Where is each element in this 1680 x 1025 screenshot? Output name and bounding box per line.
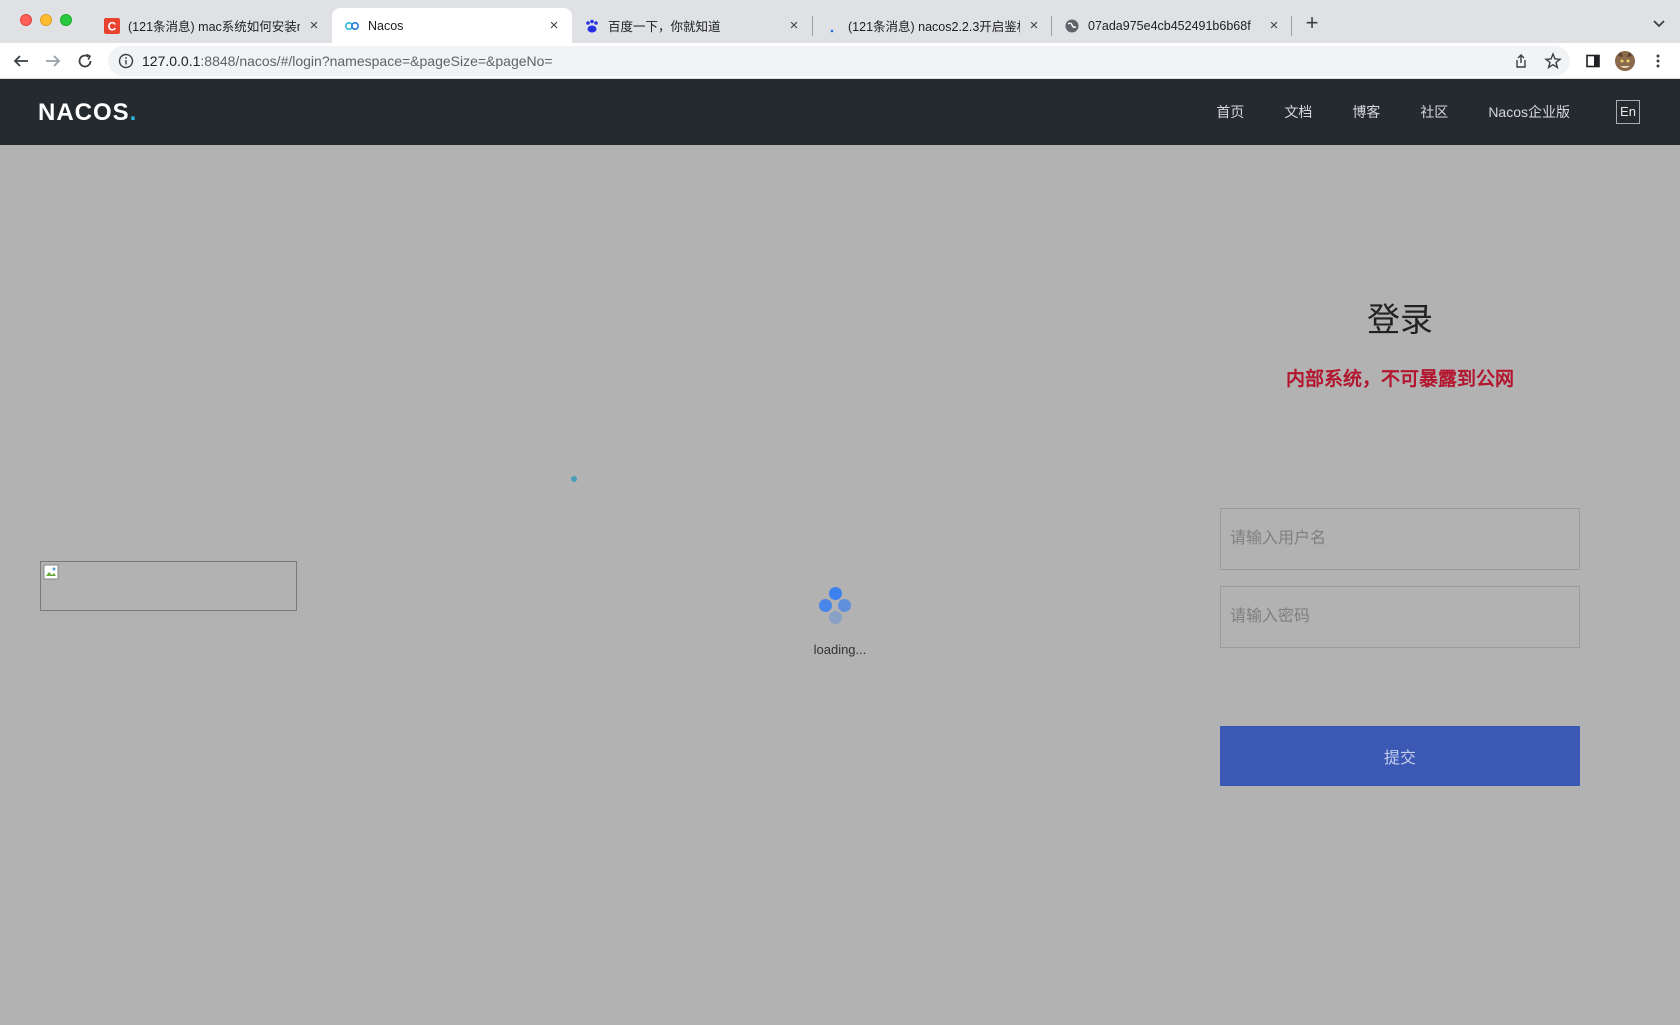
tab-title: (121条消息) mac系统如何安装nacos: [128, 20, 300, 34]
close-icon[interactable]: ×: [546, 17, 562, 34]
page-viewport: NACOS. 首页 文档 博客 社区 Nacos企业版 En loading..…: [0, 79, 1680, 1025]
login-overlay: loading... 登录 内部系统，不可暴露到公网 提交: [0, 145, 1680, 1025]
logo-dot: .: [129, 99, 138, 126]
profile-avatar-icon[interactable]: [1613, 49, 1637, 73]
tab-title: (121条消息) nacos2.2.3开启鉴权: [848, 20, 1020, 34]
reload-icon[interactable]: [73, 49, 97, 73]
spinner-dot: [819, 599, 832, 612]
minimize-window-button[interactable]: [40, 14, 52, 26]
login-title: 登录: [1367, 301, 1433, 338]
site-header: NACOS. 首页 文档 博客 社区 Nacos企业版 En: [0, 79, 1680, 145]
browser-toolbar: 127.0.0.1:8848/nacos/#/login?namespace=&…: [0, 43, 1680, 79]
close-icon[interactable]: ×: [786, 17, 802, 34]
site-info-icon[interactable]: [118, 53, 134, 74]
close-icon[interactable]: ×: [1026, 17, 1042, 34]
browser-tab-csdn-nacos-auth[interactable]: (121条消息) nacos2.2.3开启鉴权 ×: [812, 8, 1052, 43]
bookmark-star-icon[interactable]: [1541, 49, 1565, 73]
url-path: :8848/nacos/#/login?namespace=&pageSize=…: [200, 53, 553, 69]
nacos-icon: [344, 18, 360, 34]
close-window-button[interactable]: [20, 14, 32, 26]
spinner-dot: [829, 587, 842, 600]
browser-tab-strip: C (121条消息) mac系统如何安装nacos × Nacos × 百度一下…: [0, 0, 1680, 43]
nacos-logo[interactable]: NACOS.: [38, 99, 137, 127]
new-tab-button[interactable]: +: [1300, 12, 1324, 36]
browser-tab-baidu[interactable]: 百度一下，你就知道 ×: [572, 8, 812, 43]
browser-tab-csdn-nacos-install[interactable]: C (121条消息) mac系统如何安装nacos ×: [92, 8, 332, 43]
logo-text: NACOS: [38, 99, 130, 126]
decorative-dot: [571, 476, 577, 482]
username-input[interactable]: [1220, 508, 1580, 570]
nav-link-community[interactable]: 社区: [1420, 102, 1448, 122]
side-panel-icon[interactable]: [1581, 49, 1605, 73]
loading-text: loading...: [813, 642, 867, 657]
language-switch-button[interactable]: En: [1616, 100, 1640, 124]
zoom-window-button[interactable]: [60, 14, 72, 26]
close-icon[interactable]: ×: [1266, 17, 1282, 34]
baidu-icon: [584, 18, 600, 34]
broken-image-icon: [43, 564, 59, 580]
tab-title: 百度一下，你就知道: [608, 20, 721, 34]
more-menu-icon[interactable]: [1646, 49, 1670, 73]
nav-link-docs[interactable]: 文档: [1284, 102, 1312, 122]
globe-icon: [1064, 18, 1080, 34]
loading-icon: [824, 18, 840, 34]
broken-image: [40, 561, 297, 611]
loading-spinner: [806, 587, 866, 647]
browser-tab-nacos[interactable]: Nacos ×: [332, 8, 572, 43]
nav-link-home[interactable]: 首页: [1216, 102, 1244, 122]
back-arrow-icon[interactable]: [9, 49, 33, 73]
login-panel: 登录 内部系统，不可暴露到公网 提交: [1220, 295, 1580, 786]
address-url: 127.0.0.1:8848/nacos/#/login?namespace=&…: [142, 53, 553, 69]
chevron-down-icon[interactable]: [1650, 14, 1668, 32]
tab-separator: [1291, 16, 1292, 36]
nav-link-blog[interactable]: 博客: [1352, 102, 1380, 122]
spinner-dot: [829, 611, 842, 624]
csdn-icon: C: [104, 17, 120, 34]
nav-link-enterprise[interactable]: Nacos企业版: [1488, 102, 1570, 122]
tab-title: Nacos: [368, 18, 404, 33]
url-host: 127.0.0.1: [142, 53, 201, 69]
close-icon[interactable]: ×: [306, 17, 322, 34]
spinner-dot: [838, 599, 851, 612]
password-input[interactable]: [1220, 586, 1580, 648]
address-bar[interactable]: 127.0.0.1:8848/nacos/#/login?namespace=&…: [108, 46, 1570, 76]
forward-arrow-icon[interactable]: [41, 49, 65, 73]
security-warning: 内部系统，不可暴露到公网: [1285, 369, 1514, 390]
tab-title: 07ada975e4cb452491b6b68f: [1088, 18, 1251, 33]
browser-tab-hash-page[interactable]: 07ada975e4cb452491b6b68f ×: [1052, 8, 1292, 43]
submit-button[interactable]: 提交: [1220, 726, 1580, 786]
share-icon[interactable]: [1509, 49, 1533, 73]
header-nav: 首页 文档 博客 社区 Nacos企业版: [1176, 79, 1570, 145]
svg-text:C: C: [108, 19, 117, 33]
